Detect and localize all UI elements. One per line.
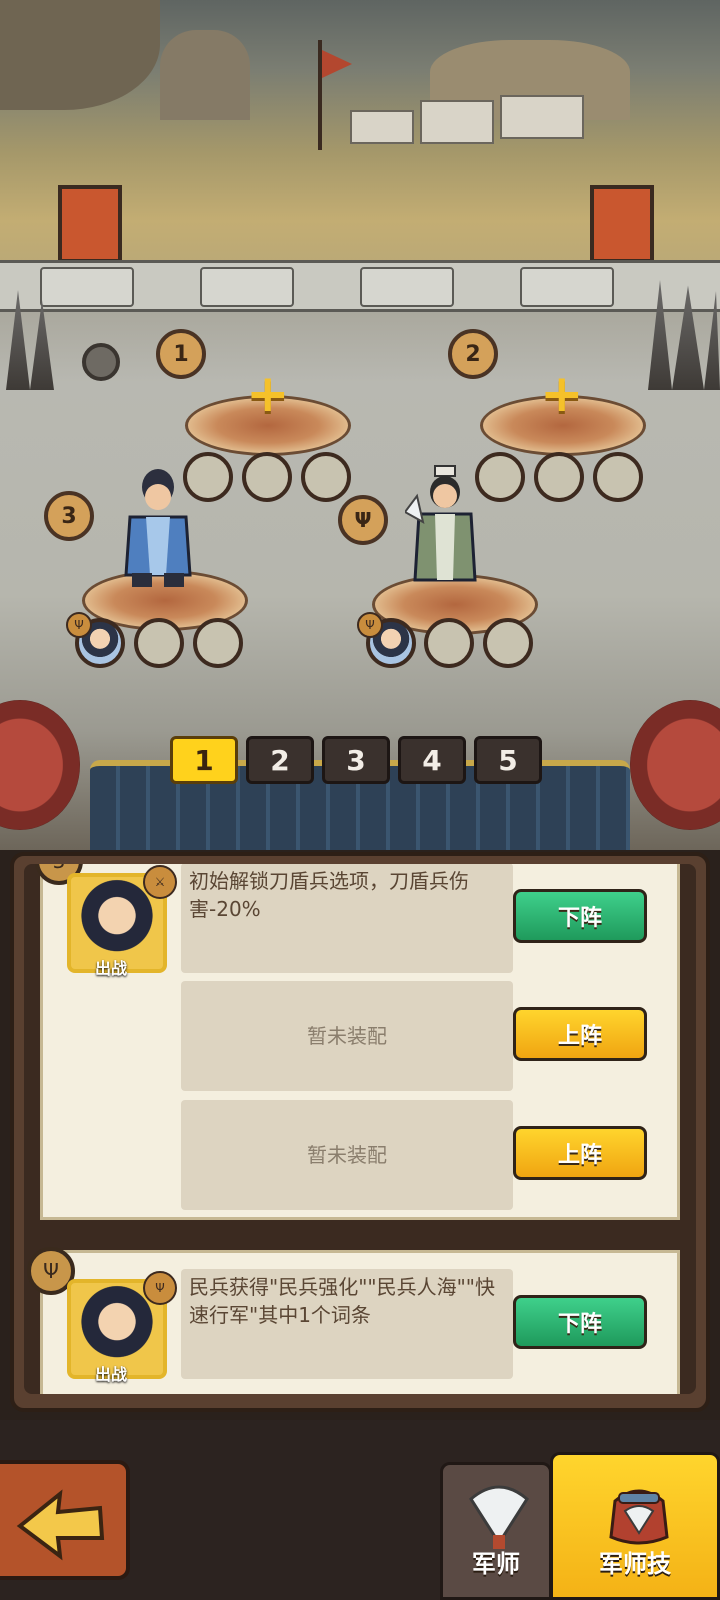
cliff-decoration [0,0,160,110]
sword-icon: ⚔ [143,865,177,899]
banner-left [58,185,122,263]
trident-icon: Ψ [357,612,383,638]
skill-slot-empty[interactable] [593,452,643,502]
add-hero-button-2[interactable]: + [540,368,584,420]
rock-decoration [160,30,250,120]
drum-decoration [0,700,80,830]
formation-tab-5[interactable]: 5 [474,736,542,784]
position-badge-2: 2 [448,329,498,379]
back-button[interactable] [0,1460,130,1580]
banner-right [590,185,654,263]
skill-description: 初始解锁刀盾兵选项，刀盾兵伤害-20% [181,864,513,973]
equip-button[interactable]: 上阵 [513,1007,647,1061]
battlefield-scene: 1 + 2 + 3 Ψ Ψ Ψ [0,0,720,850]
fan-icon [469,1485,529,1549]
deployed-label: 出战 [95,959,128,978]
equip-button[interactable]: 上阵 [513,1126,647,1180]
formation-tab-2[interactable]: 2 [246,736,314,784]
tent-decoration [350,110,414,144]
tab-advisor-skill-label: 军师技 [599,1550,671,1578]
empty-skill-slot: 暂未装配 [181,981,513,1091]
unequip-button[interactable]: 下阵 [513,889,647,943]
drum-decoration [630,700,720,830]
skill-slot-empty[interactable] [483,618,533,668]
skill-slot-empty[interactable] [134,618,184,668]
tab-advisor-skill[interactable]: 军师技 [550,1452,720,1600]
formation-tab-4[interactable]: 4 [398,736,466,784]
bag-icon [609,1489,669,1545]
advisor-card: 3 ⚔ 出战 初始解锁刀盾兵选项，刀盾兵伤害-20% 下阵 暂未装配 上阵 暂未… [35,864,680,1220]
skill-list[interactable]: 3 ⚔ 出战 初始解锁刀盾兵选项，刀盾兵伤害-20% 下阵 暂未装配 上阵 暂未… [24,864,696,1394]
tent-decoration [500,95,584,139]
advisor-card: Ψ Ψ 出战 民兵获得"民兵强化""民兵人海""快速行军"其中1个词条 下阵 [27,1247,680,1394]
skill-description: 民兵获得"民兵强化""民兵人海""快速行军"其中1个词条 [181,1269,513,1379]
flag-icon [322,50,352,78]
skill-slot-empty[interactable] [242,452,292,502]
back-arrow-icon [16,1489,105,1561]
trident-icon: Ψ [66,612,92,638]
formation-tab-1[interactable]: 1 [170,736,238,784]
skill-slot-empty[interactable] [534,452,584,502]
empty-skill-slot: 暂未装配 [181,1100,513,1210]
tent-decoration [420,100,494,144]
skill-slot-empty[interactable] [301,452,351,502]
trident-badge-icon: Ψ [338,495,388,545]
position-badge-3: 3 [44,491,94,541]
hero-blue-general[interactable] [118,465,198,590]
tab-advisor[interactable]: 军师 [440,1462,552,1600]
deployed-label: 出战 [95,1365,128,1384]
add-hero-button-1[interactable]: + [246,368,290,420]
formation-tab-3[interactable]: 3 [322,736,390,784]
tab-advisor-label: 军师 [472,1550,520,1578]
skill-slot-empty[interactable] [424,618,474,668]
position-badge-1: 1 [156,329,206,379]
stone-wall [0,260,720,312]
shield-icon [82,343,120,381]
unequip-button[interactable]: 下阵 [513,1295,647,1349]
skill-slot-empty[interactable] [193,618,243,668]
trident-icon: Ψ [143,1271,177,1305]
hero-advisor[interactable] [403,462,485,587]
